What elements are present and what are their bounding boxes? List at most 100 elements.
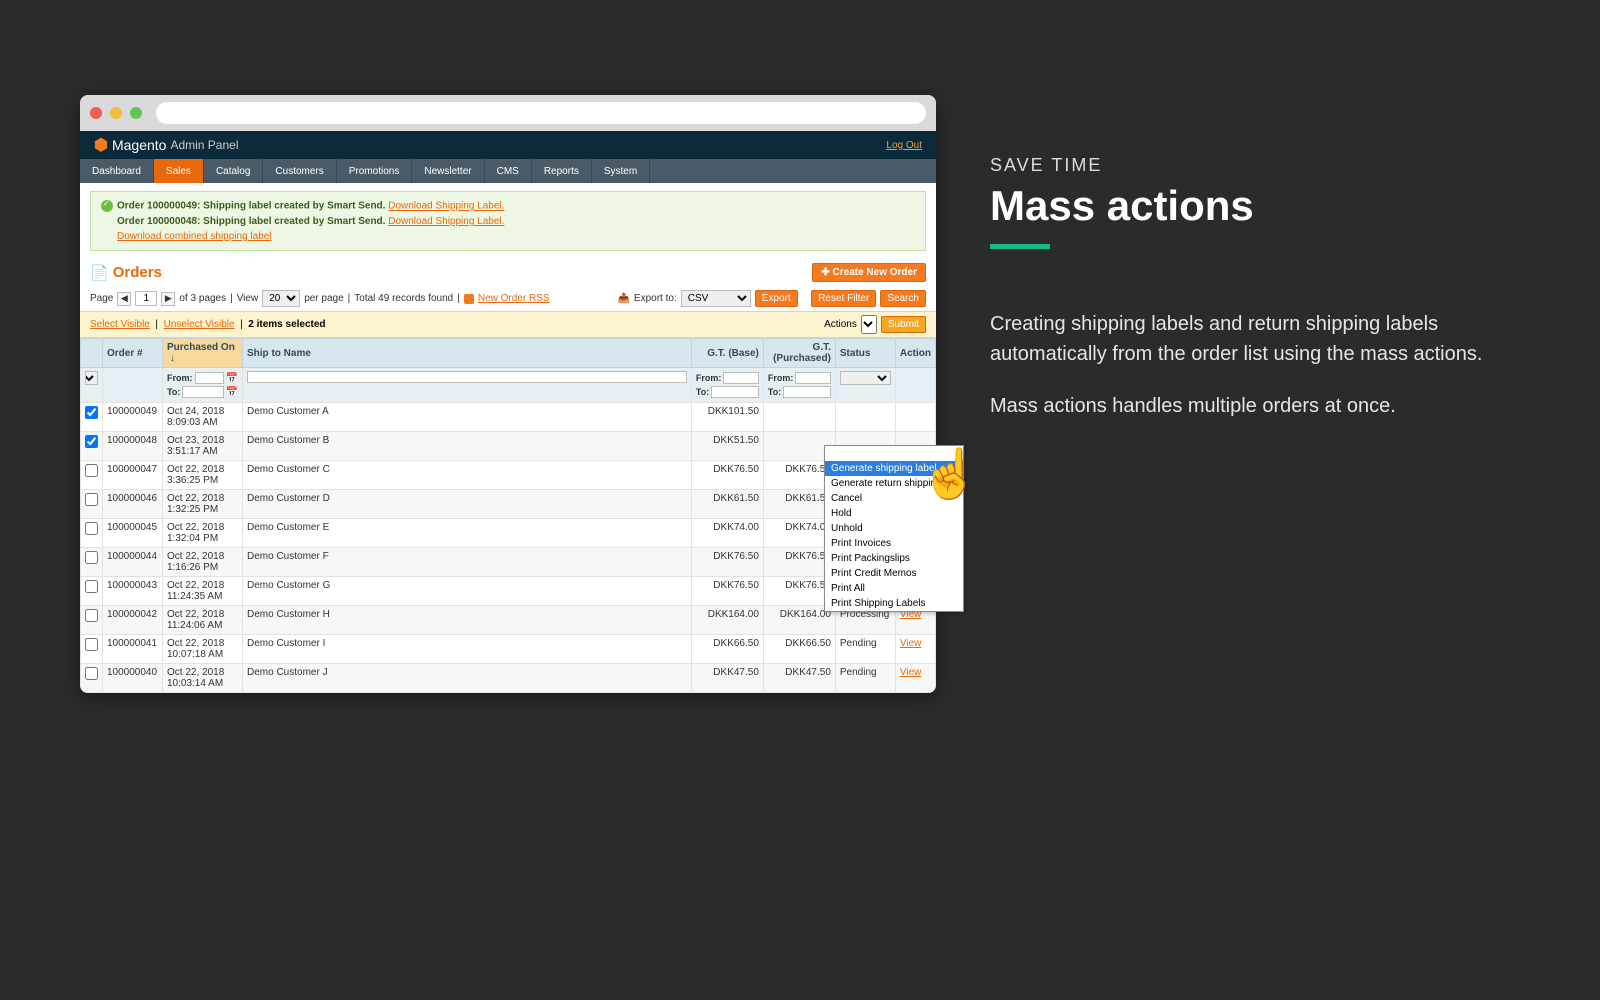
actions-label: Actions: [824, 319, 857, 330]
export-button[interactable]: Export: [755, 290, 798, 307]
headline: Mass actions: [990, 182, 1490, 230]
create-order-button[interactable]: ✚ Create New Order: [812, 263, 926, 282]
action-option[interactable]: Print Shipping Labels: [825, 596, 963, 611]
cell-date: Oct 22, 2018 10:03:14 AM: [163, 664, 243, 693]
nav-tab-sales[interactable]: Sales: [154, 159, 204, 183]
filter-any[interactable]: Any ▾: [85, 371, 98, 385]
row-checkbox[interactable]: [85, 638, 98, 651]
marketing-copy: SAVE TIME Mass actions Creating shipping…: [990, 155, 1490, 443]
col-ship-to[interactable]: Ship to Name: [243, 339, 692, 368]
page-title: 📄Orders: [90, 264, 162, 282]
cell-gt-base: DKK74.00: [691, 519, 763, 548]
action-option[interactable]: Print Packingslips: [825, 551, 963, 566]
per-page-select[interactable]: 20: [262, 290, 300, 307]
action-option[interactable]: Hold: [825, 506, 963, 521]
body-text: Creating shipping labels and return ship…: [990, 309, 1490, 369]
col-status[interactable]: Status: [835, 339, 895, 368]
view-link[interactable]: View: [900, 667, 922, 678]
download-combined-link[interactable]: Download combined shipping label: [117, 231, 272, 242]
submit-button[interactable]: Submit: [881, 316, 926, 333]
nav-tab-catalog[interactable]: Catalog: [204, 159, 263, 183]
download-label-link[interactable]: Download Shipping Label.: [388, 201, 504, 212]
cell-date: Oct 23, 2018 3:51:17 AM: [163, 432, 243, 461]
rss-link[interactable]: New Order RSS: [478, 293, 550, 304]
filter-date-to[interactable]: [182, 386, 223, 398]
total-records: Total 49 records found: [354, 293, 453, 304]
nav-tab-system[interactable]: System: [592, 159, 650, 183]
row-checkbox[interactable]: [85, 464, 98, 477]
table-row[interactable]: 100000048Oct 23, 2018 3:51:17 AMDemo Cus…: [81, 432, 936, 461]
cell-gt-base: DKK51.50: [691, 432, 763, 461]
cell-status: Pending: [835, 635, 895, 664]
actions-dropdown[interactable]: Generate shipping labelGenerate return s…: [824, 445, 964, 612]
table-row[interactable]: 100000045Oct 22, 2018 1:32:04 PMDemo Cus…: [81, 519, 936, 548]
filter-base-from[interactable]: [723, 372, 759, 384]
window-min-dot[interactable]: [110, 107, 122, 119]
col-action[interactable]: Action: [895, 339, 935, 368]
table-row[interactable]: 100000047Oct 22, 2018 3:36:25 PMDemo Cus…: [81, 461, 936, 490]
table-row[interactable]: 100000049Oct 24, 2018 8:09:03 AMDemo Cus…: [81, 403, 936, 432]
msg-text: Order 100000048: Shipping label created …: [117, 216, 385, 227]
browser-window: ⬢ Magento Admin Panel Log Out DashboardS…: [80, 95, 936, 693]
prev-page-button[interactable]: ◀: [117, 292, 131, 306]
filter-status[interactable]: [840, 371, 891, 385]
col-order[interactable]: Order #: [103, 339, 163, 368]
page-input[interactable]: [135, 291, 157, 306]
nav-tab-dashboard[interactable]: Dashboard: [80, 159, 154, 183]
filter-ship-to[interactable]: [247, 371, 687, 383]
cell-order-id: 100000047: [103, 461, 163, 490]
action-option[interactable]: Cancel: [825, 491, 963, 506]
action-option[interactable]: Unhold: [825, 521, 963, 536]
col-gt-purchased[interactable]: G.T. (Purchased): [763, 339, 835, 368]
row-checkbox[interactable]: [85, 435, 98, 448]
action-option[interactable]: Print Invoices: [825, 536, 963, 551]
table-row[interactable]: 100000042Oct 22, 2018 11:24:06 AMDemo Cu…: [81, 606, 936, 635]
window-close-dot[interactable]: [90, 107, 102, 119]
address-bar[interactable]: [156, 102, 926, 124]
logout-link[interactable]: Log Out: [886, 140, 922, 151]
table-row[interactable]: 100000043Oct 22, 2018 11:24:35 AMDemo Cu…: [81, 577, 936, 606]
filter-purch-from[interactable]: [795, 372, 831, 384]
next-page-button[interactable]: ▶: [161, 292, 175, 306]
action-option[interactable]: Generate shipping label: [825, 461, 963, 476]
window-max-dot[interactable]: [130, 107, 142, 119]
rss-icon: [464, 294, 474, 304]
nav-tab-promotions[interactable]: Promotions: [337, 159, 413, 183]
export-format-select[interactable]: CSV: [681, 290, 751, 307]
table-row[interactable]: 100000041Oct 22, 2018 10:07:18 AMDemo Cu…: [81, 635, 936, 664]
table-row[interactable]: 100000046Oct 22, 2018 1:32:25 PMDemo Cus…: [81, 490, 936, 519]
body-text: Mass actions handles multiple orders at …: [990, 391, 1490, 421]
unselect-visible-link[interactable]: Unselect Visible: [164, 319, 235, 330]
row-checkbox[interactable]: [85, 406, 98, 419]
filter-base-to[interactable]: [711, 386, 759, 398]
nav-tab-newsletter[interactable]: Newsletter: [412, 159, 484, 183]
select-visible-link[interactable]: Select Visible: [90, 319, 150, 330]
row-checkbox[interactable]: [85, 522, 98, 535]
col-purchased-on[interactable]: Purchased On ↓: [163, 339, 243, 368]
search-button[interactable]: Search: [880, 290, 926, 307]
col-checkbox: [81, 339, 103, 368]
row-checkbox[interactable]: [85, 493, 98, 506]
reset-filter-button[interactable]: Reset Filter: [811, 290, 876, 307]
nav-tab-cms[interactable]: CMS: [485, 159, 532, 183]
download-label-link[interactable]: Download Shipping Label.: [388, 216, 504, 227]
nav-tab-customers[interactable]: Customers: [263, 159, 336, 183]
nav-tab-reports[interactable]: Reports: [532, 159, 592, 183]
row-checkbox[interactable]: [85, 580, 98, 593]
filter-purch-to[interactable]: [783, 386, 831, 398]
orders-grid: Order # Purchased On ↓ Ship to Name G.T.…: [80, 338, 936, 693]
cell-gt-purchased: [763, 403, 835, 432]
view-link[interactable]: View: [900, 638, 922, 649]
row-checkbox[interactable]: [85, 667, 98, 680]
action-option[interactable]: Generate return shipping label: [825, 476, 963, 491]
action-option[interactable]: Print All: [825, 581, 963, 596]
row-checkbox[interactable]: [85, 609, 98, 622]
col-gt-base[interactable]: G.T. (Base): [691, 339, 763, 368]
filter-date-from[interactable]: [195, 372, 224, 384]
row-checkbox[interactable]: [85, 551, 98, 564]
actions-select[interactable]: ✓: [861, 315, 877, 334]
action-option[interactable]: [825, 446, 963, 461]
table-row[interactable]: 100000044Oct 22, 2018 1:16:26 PMDemo Cus…: [81, 548, 936, 577]
table-row[interactable]: 100000040Oct 22, 2018 10:03:14 AMDemo Cu…: [81, 664, 936, 693]
action-option[interactable]: Print Credit Memos: [825, 566, 963, 581]
